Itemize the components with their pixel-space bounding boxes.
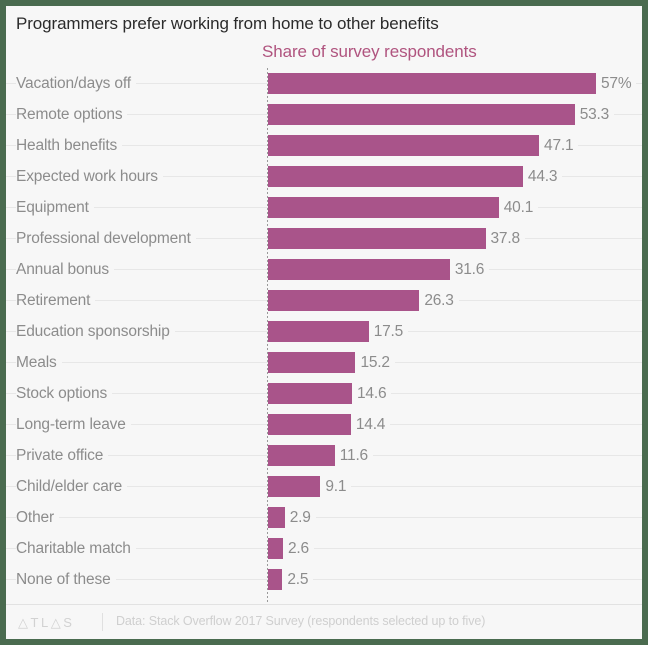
chart-row: Expected work hours 44.3 [6, 161, 642, 192]
atlas-letter: T [30, 615, 41, 630]
value-label: 44.3 [522, 161, 563, 192]
chart-row: None of these 2.5 [6, 564, 642, 595]
chart-row: Long-term leave 14.4 [6, 409, 642, 440]
bar [268, 352, 356, 373]
category-label: Remote options [16, 99, 128, 130]
value-label: 15.2 [355, 347, 395, 378]
category-label: Stock options [16, 378, 113, 409]
bar [268, 476, 321, 497]
bar [268, 197, 499, 218]
chart-row: Charitable match 2.6 [6, 533, 642, 564]
category-label: None of these [16, 564, 116, 595]
bar [268, 383, 352, 404]
category-label: Other [16, 502, 60, 533]
chart-row: Other 2.9 [6, 502, 642, 533]
y-axis-line [267, 68, 268, 605]
chart-subtitle: Share of survey respondents [262, 42, 477, 61]
category-label: Professional development [16, 223, 196, 254]
value-label: 2.9 [284, 502, 316, 533]
atlas-logo: △TL△S [18, 615, 74, 631]
value-label: 2.6 [282, 533, 314, 564]
footer-source-text: Data: Stack Overflow 2017 Survey (respon… [116, 614, 486, 628]
bar [268, 135, 540, 156]
value-label: 31.6 [449, 254, 490, 285]
value-label: 47.1 [539, 130, 579, 161]
chart-title: Programmers prefer working from home to … [16, 14, 439, 33]
value-label: 53.3 [574, 99, 615, 130]
bar [268, 445, 335, 466]
value-label: 17.5 [368, 316, 409, 347]
bar [268, 259, 450, 280]
category-label: Long-term leave [16, 409, 131, 440]
category-label: Equipment [16, 192, 94, 223]
value-label: 26.3 [419, 285, 459, 316]
chart-row: Health benefits 47.1 [6, 130, 642, 161]
category-label: Vacation/days off [16, 68, 136, 99]
bar [268, 73, 596, 94]
value-label: 57% [596, 68, 637, 99]
bar [268, 166, 523, 187]
category-label: Meals [16, 347, 62, 378]
chart-row: Meals 15.2 [6, 347, 642, 378]
category-label: Expected work hours [16, 161, 163, 192]
category-label: Education sponsorship [16, 316, 175, 347]
bar [268, 538, 283, 559]
value-label: 40.1 [498, 192, 539, 223]
leader-line [6, 517, 642, 518]
chart-row: Remote options 53.3 [6, 99, 642, 130]
bar [268, 414, 351, 435]
chart-row: Annual bonus 31.6 [6, 254, 642, 285]
category-label: Annual bonus [16, 254, 115, 285]
chart-row: Private office 11.6 [6, 440, 642, 471]
chart-container: Programmers prefer working from home to … [6, 6, 642, 639]
chart-row: Equipment 40.1 [6, 192, 642, 223]
chart-row: Retirement 26.3 [6, 285, 642, 316]
chart-footer: △TL△S Data: Stack Overflow 2017 Survey (… [6, 604, 642, 639]
bar [268, 228, 486, 249]
footer-divider [102, 613, 103, 631]
atlas-letter: △ [18, 615, 31, 630]
category-label: Retirement [16, 285, 96, 316]
bar [268, 569, 283, 590]
plot-area: Vacation/days off 57% Remote options 53.3 He… [6, 68, 642, 605]
atlas-letter: L [40, 615, 51, 630]
chart-row: Stock options 14.6 [6, 378, 642, 409]
value-label: 9.1 [320, 471, 352, 502]
category-label: Child/elder care [16, 471, 128, 502]
value-label: 14.6 [352, 378, 392, 409]
atlas-letter: △ [50, 615, 64, 630]
bar [268, 104, 575, 125]
chart-row: Vacation/days off 57% [6, 68, 642, 99]
atlas-letter: S [63, 615, 75, 630]
bar [268, 321, 369, 342]
bar [268, 290, 420, 311]
category-label: Private office [16, 440, 109, 471]
bar [268, 507, 285, 528]
value-label: 11.6 [334, 440, 373, 471]
category-label: Health benefits [16, 130, 123, 161]
chart-row: Professional development 37.8 [6, 223, 642, 254]
chart-row: Child/elder care 9.1 [6, 471, 642, 502]
category-label: Charitable match [16, 533, 136, 564]
value-label: 14.4 [350, 409, 391, 440]
chart-row: Education sponsorship 17.5 [6, 316, 642, 347]
value-label: 2.5 [282, 564, 314, 595]
value-label: 37.8 [485, 223, 525, 254]
atlas-wordmark: △TL△S [18, 615, 74, 631]
